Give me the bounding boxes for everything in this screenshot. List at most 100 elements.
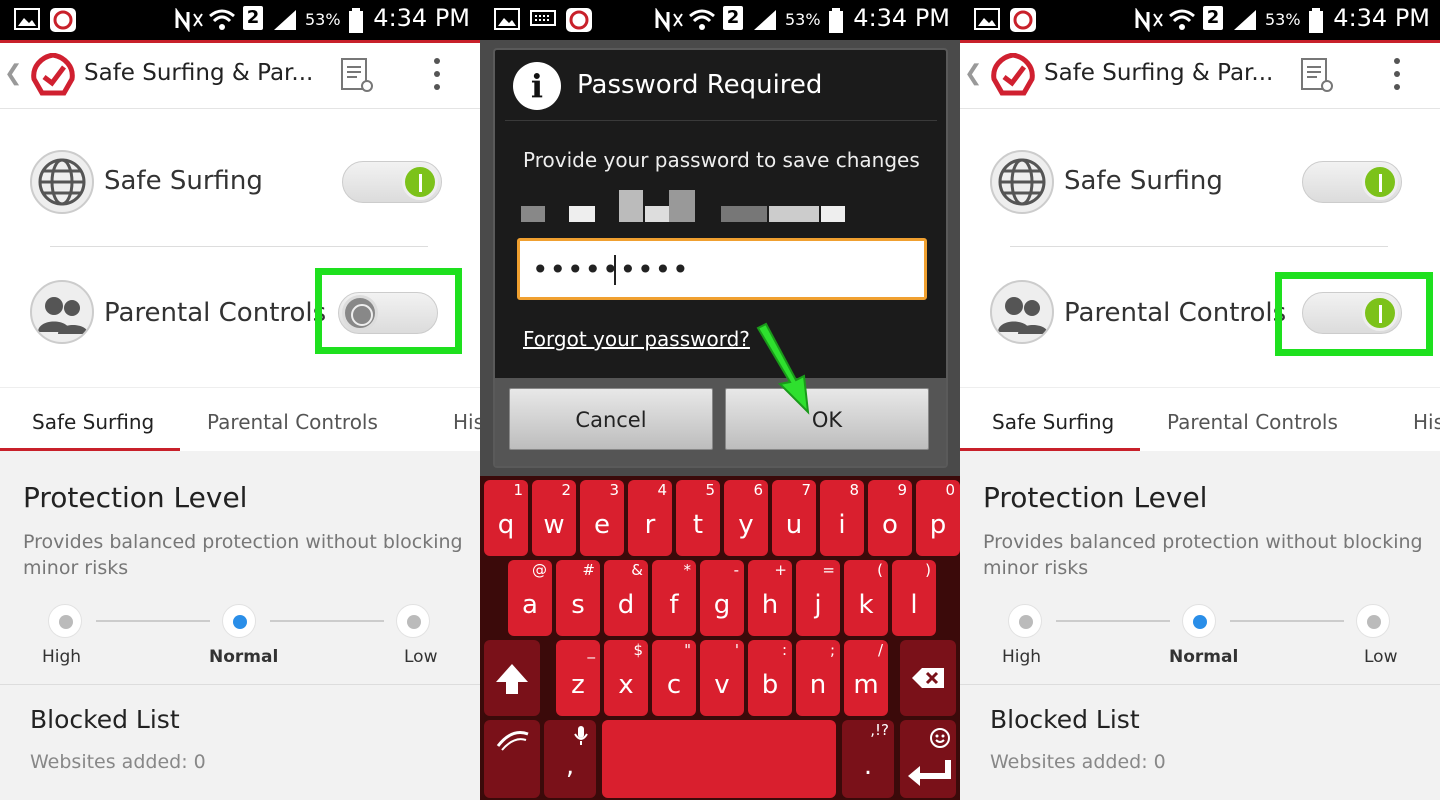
back-chevron-icon[interactable]: ❮: [964, 61, 982, 86]
key-p[interactable]: p0: [916, 480, 960, 556]
app-title: Safe Surfing & Par...: [84, 60, 314, 86]
radio-low[interactable]: [1356, 604, 1390, 638]
key-l[interactable]: l): [892, 560, 936, 636]
shift-icon: [496, 664, 528, 694]
key-h[interactable]: h +: [748, 560, 792, 636]
tab-safe-surfing[interactable]: Safe Surfing: [32, 410, 154, 434]
safe-surfing-toggle[interactable]: [342, 161, 442, 203]
divider: [505, 120, 937, 121]
key-s[interactable]: s #: [556, 560, 600, 636]
key-w[interactable]: w2: [532, 480, 576, 556]
key-n[interactable]: n;: [796, 640, 840, 716]
shift-key[interactable]: [484, 640, 540, 716]
period-key[interactable]: .,!?: [842, 720, 894, 798]
key-u[interactable]: u7: [772, 480, 816, 556]
radio-low[interactable]: [396, 604, 430, 638]
more-menu-icon[interactable]: [430, 55, 444, 95]
key-alt-label: *: [683, 561, 692, 579]
protection-title: Protection Level: [23, 481, 248, 514]
back-chevron-icon[interactable]: ❮: [4, 61, 22, 86]
key-v[interactable]: v ': [700, 640, 744, 716]
key-alt-label: /: [877, 641, 883, 659]
key-c[interactable]: c ": [652, 640, 696, 716]
key-alt-label: #: [582, 561, 595, 579]
key-alt-label: 0: [945, 481, 955, 499]
key-q[interactable]: q1: [484, 480, 528, 556]
key-d[interactable]: d &: [604, 560, 648, 636]
screen-after: 2 53% 4:34 PM ❮ Safe Surfing & Par... Sa…: [960, 0, 1440, 800]
key-label: t: [692, 510, 704, 540]
key-label: i: [838, 510, 846, 540]
key-label: o: [882, 510, 898, 540]
key-label: m: [853, 670, 879, 700]
key-label: n: [809, 670, 827, 700]
password-dialog: i Password Required Provide your passwor…: [493, 48, 948, 468]
key-i[interactable]: i8: [820, 480, 864, 556]
space-bar[interactable]: [602, 720, 836, 798]
key-label: p: [929, 510, 947, 540]
key-t[interactable]: t5: [676, 480, 720, 556]
key-k[interactable]: k(: [844, 560, 888, 636]
cancel-button[interactable]: Cancel: [509, 388, 713, 450]
tab-safe-surfing[interactable]: Safe Surfing: [992, 410, 1114, 434]
tab-parental-controls[interactable]: Parental Controls: [207, 410, 378, 434]
numbers-key[interactable]: 123: [484, 720, 591, 798]
key-x[interactable]: x $: [604, 640, 648, 716]
safe-surfing-toggle[interactable]: [1302, 161, 1402, 203]
safe-surfing-label: Safe Surfing: [104, 166, 263, 196]
enter-key[interactable]: [900, 720, 956, 798]
key-o[interactable]: o9: [868, 480, 912, 556]
safe-surfing-row: Safe Surfing: [960, 118, 1440, 248]
key-label: x: [618, 670, 634, 700]
gallery-icon: [14, 8, 40, 30]
label-high: High: [1002, 647, 1042, 667]
key-z[interactable]: z _: [556, 640, 600, 716]
key-b[interactable]: b:: [748, 640, 792, 716]
blocked-list-section[interactable]: Blocked List Websites added: 0: [0, 684, 480, 800]
key-m[interactable]: m /: [844, 640, 888, 716]
security-app-icon: [566, 8, 592, 32]
radio-normal[interactable]: [1182, 604, 1216, 638]
slider-track: [1056, 620, 1170, 622]
tab-history[interactable]: His: [1413, 410, 1440, 434]
key-j[interactable]: j =: [796, 560, 840, 636]
battery-percent: 53%: [785, 10, 821, 29]
key-label: u: [785, 510, 803, 540]
highlight-box: [1275, 272, 1433, 356]
key-a[interactable]: a @: [508, 560, 552, 636]
report-icon[interactable]: [340, 57, 374, 93]
divider: [1010, 246, 1388, 247]
key-label: s: [571, 590, 585, 620]
radio-high[interactable]: [48, 604, 82, 638]
microphone-icon: [574, 726, 588, 745]
key-label: l: [910, 590, 918, 620]
forgot-password-link[interactable]: Forgot your password?: [523, 327, 750, 351]
blocked-list-section[interactable]: Blocked List Websites added: 0: [960, 684, 1440, 800]
key-label: b: [761, 670, 779, 700]
tab-parental-controls[interactable]: Parental Controls: [1167, 410, 1338, 434]
wifi-icon: [209, 9, 235, 30]
key-alt-label: ): [925, 561, 931, 579]
radio-high[interactable]: [1008, 604, 1042, 638]
radio-normal[interactable]: [222, 604, 256, 638]
report-icon[interactable]: [1300, 57, 1334, 93]
key-label: d: [617, 590, 635, 620]
key-y[interactable]: y6: [724, 480, 768, 556]
key-alt-label: _: [587, 641, 596, 659]
backspace-key[interactable]: [900, 640, 956, 716]
protection-level-section: Protection Level Provides balanced prote…: [960, 451, 1440, 684]
key-g[interactable]: g-: [700, 560, 744, 636]
key-f[interactable]: f *: [652, 560, 696, 636]
tab-history[interactable]: His: [453, 410, 480, 434]
people-icon: [30, 280, 94, 344]
key-alt-label: 7: [801, 481, 811, 499]
key-r[interactable]: r4: [628, 480, 672, 556]
more-menu-icon[interactable]: [1390, 55, 1404, 95]
dialog-button-bar: Cancel OK: [495, 378, 946, 466]
key-e[interactable]: e3: [580, 480, 624, 556]
password-input[interactable]: •••••••••: [517, 238, 927, 300]
comma-key[interactable]: ,: [544, 720, 596, 798]
tab-bar: Safe Surfing Parental Controls His: [0, 387, 480, 451]
key-label: r: [644, 510, 656, 540]
safe-surfing-label: Safe Surfing: [1064, 166, 1223, 196]
